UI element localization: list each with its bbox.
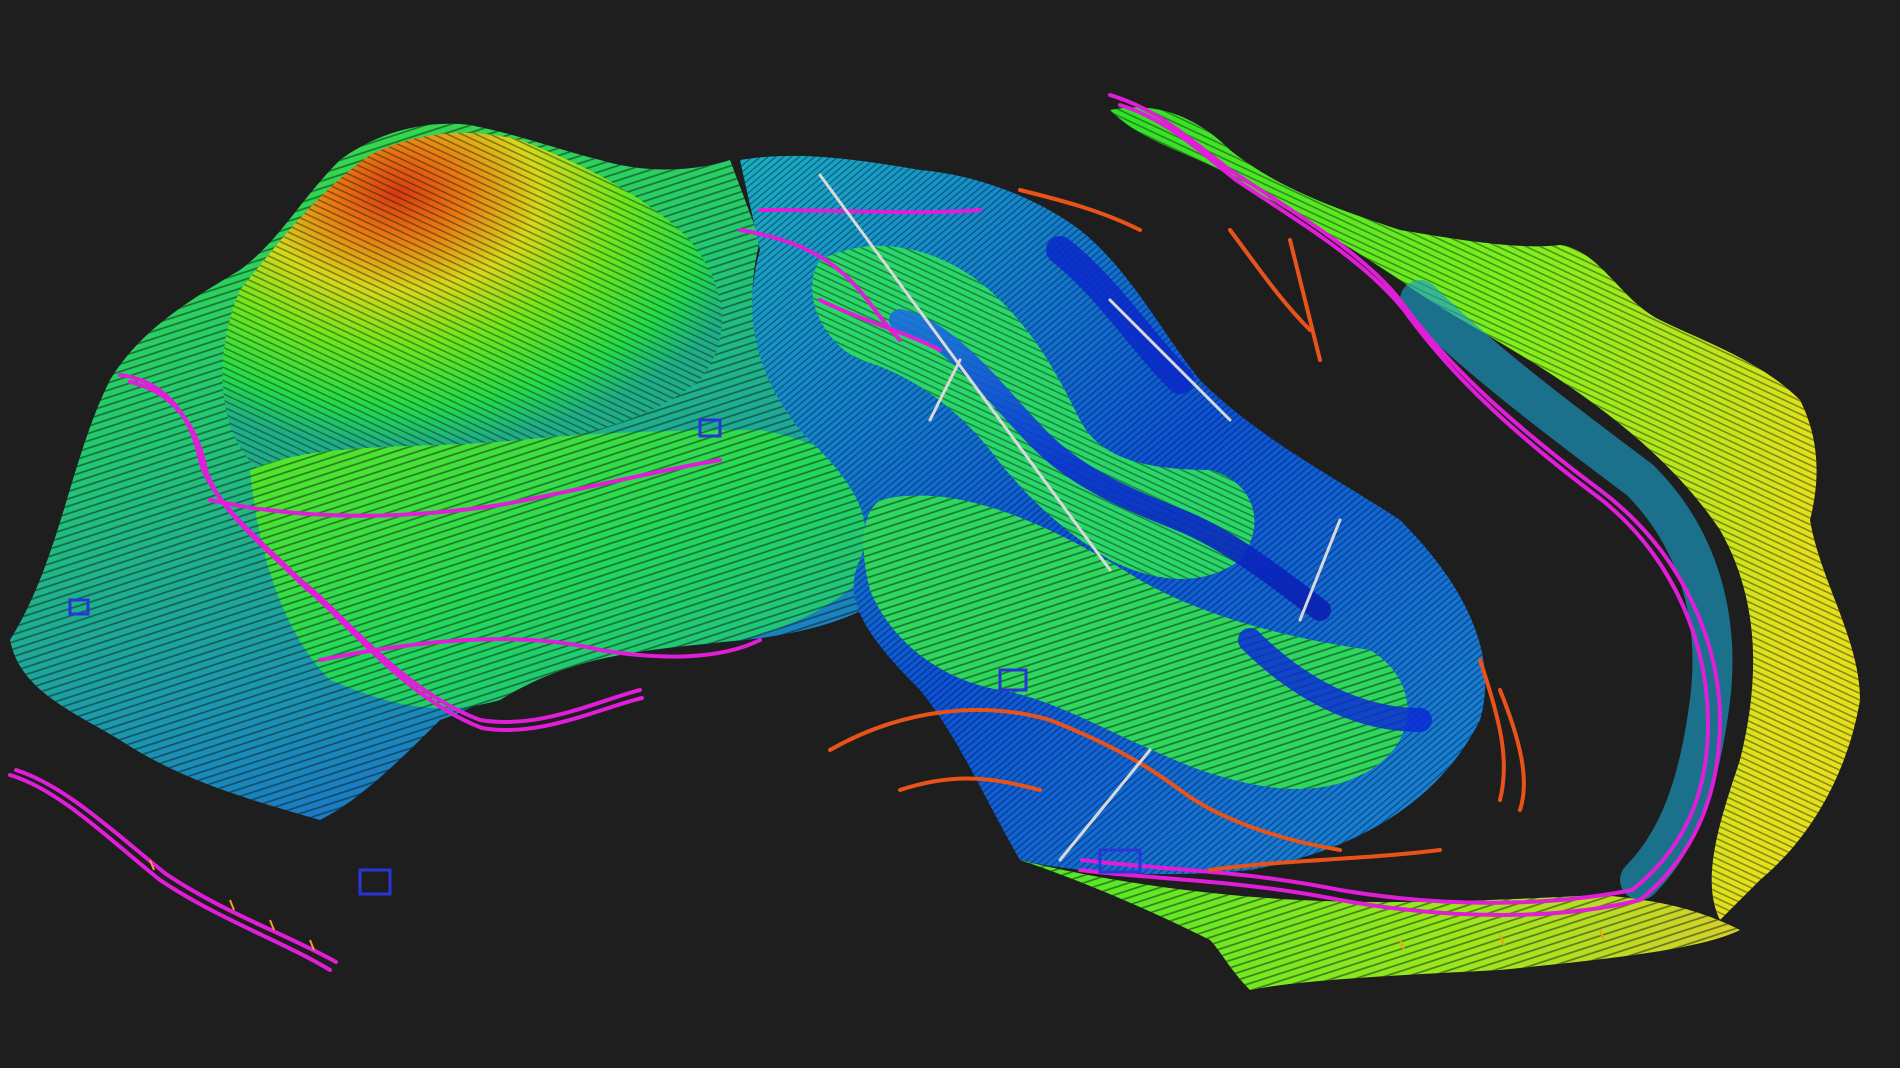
terrain-contour-map — [8, 93, 1860, 990]
road-north — [758, 208, 982, 215]
middle-hill — [250, 430, 900, 709]
terrain-viewport[interactable] — [0, 0, 1900, 1068]
